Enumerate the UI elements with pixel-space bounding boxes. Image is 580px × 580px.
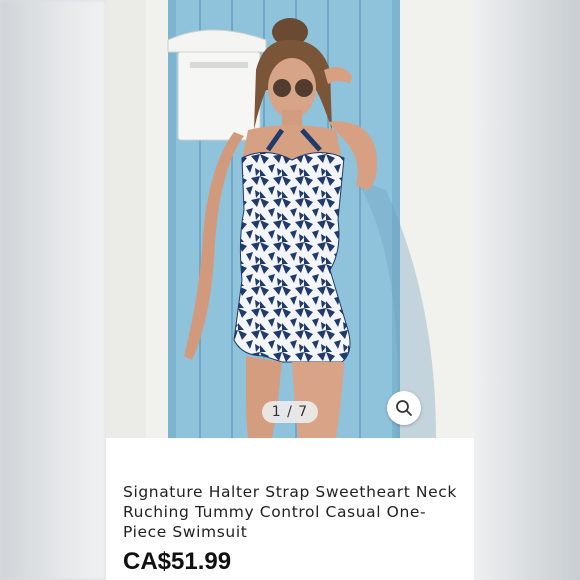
background-blur-left — [0, 0, 106, 580]
image-pager-indicator: 1 / 7 — [262, 401, 318, 423]
search-icon — [396, 400, 412, 416]
product-title: Signature Halter Strap Sweetheart Neck R… — [123, 483, 457, 541]
zoom-button[interactable] — [387, 391, 421, 425]
product-card: 1 / 7 Signature Halter Strap Sweetheart … — [106, 0, 474, 580]
product-price: CA$51.99 — [123, 548, 232, 575]
product-image[interactable]: 1 / 7 — [106, 0, 474, 438]
background-blur-right — [474, 0, 580, 580]
product-photo-illustration — [106, 0, 474, 438]
